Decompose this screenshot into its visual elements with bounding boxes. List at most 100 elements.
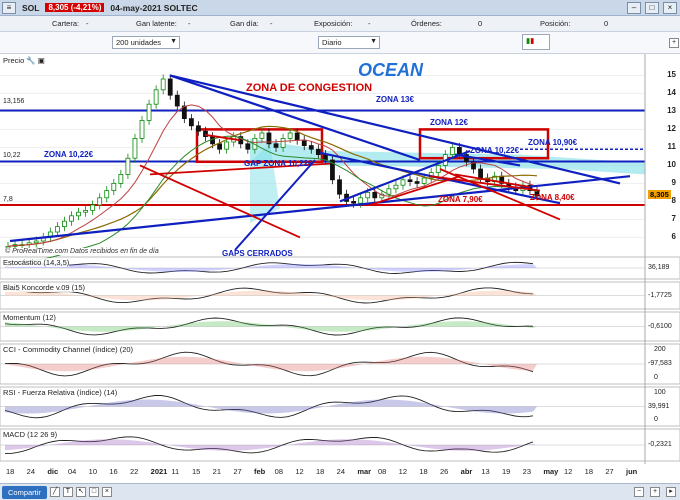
close-icon[interactable]: × [663,1,677,14]
watermark-text: OCEAN [358,60,424,80]
add-indicator-icon[interactable]: + [669,38,679,48]
price-chart-svg [0,54,680,464]
indicator-name: RSI - Fuerza Relativa (índice) (14) [3,388,118,397]
bottom-bar: Compartir ╱ T ↖ □ × − + ▸ [0,483,680,500]
latente-value: - [188,19,191,28]
minimize-icon[interactable]: – [627,1,641,14]
candle [76,211,81,217]
candle [393,184,399,190]
x-axis-tick: 04 [68,467,77,476]
x-axis-tick: feb [254,467,266,476]
ordenes-label: Órdenes: [411,19,442,28]
candle [449,147,455,156]
indicator-label[interactable]: Estocástico (14,3,5) [3,258,70,267]
candle [196,125,201,132]
candle [421,177,427,184]
x-axis-tick: 13 [481,467,490,476]
candle [301,139,307,146]
candle [125,157,131,175]
window-title: 04-may-2021 SOLTEC [110,2,198,13]
candle [322,154,328,161]
ordenes-value: 0 [478,19,483,28]
zoom-in-icon[interactable]: + [650,487,660,497]
candle [259,132,265,139]
candle [337,179,342,195]
indicator-label[interactable]: CCI - Commodity Channel (índice) (20) [3,345,134,354]
chart-area[interactable]: Precio 🔧 ▣ OCEAN © ProRealTime.com Datos… [0,54,680,485]
exposicion-label: Exposición: [314,19,353,28]
posicion-label: Posición: [540,19,571,28]
candle [54,226,60,233]
candle [33,240,39,244]
indicator-tick: 100 [654,389,666,396]
period-select-value: Diario [322,38,342,47]
candle [69,215,74,222]
indicator-name: CCI - Commodity Channel (índice) (20) [3,345,134,354]
x-axis-tick: abr [460,467,473,476]
window-menu-icon[interactable]: ≡ [2,1,16,14]
candle [400,179,406,186]
candle [358,197,364,204]
indicator-value: -0,6100 [648,322,672,330]
x-axis-tick: 16 [109,467,118,476]
portfolio-info-bar: Cartera: - Gan latente: - Gan día: - Exp… [0,16,680,32]
units-select[interactable]: 200 unidades ▼ [112,36,180,49]
period-select[interactable]: Diario ▼ [318,36,380,49]
settings-icon[interactable]: ▣ [38,56,45,65]
candle [414,181,420,184]
maximize-icon[interactable]: □ [645,1,659,14]
indicator-value: -1,7725 [648,291,672,299]
chart-type-button[interactable]: ▮▮ [522,34,550,50]
delete-icon[interactable]: × [101,487,112,497]
candle [160,78,166,91]
x-axis-tick: 08 [378,467,387,476]
candle [407,179,413,183]
price-tick: 15 [667,70,676,80]
candle [90,204,96,211]
symbol-label: SOL [22,2,40,13]
indicator-label[interactable]: RSI - Fuerza Relativa (índice) (14) [3,388,118,397]
share-button[interactable]: Compartir [2,485,47,499]
candle [224,141,230,150]
indicator-label[interactable]: MACD (12 26 9) [3,430,58,439]
indicator-label[interactable]: Momentum (12) [3,313,56,322]
annotation-zone-13: ZONA 13€ [376,95,414,104]
annotation-congestion: ZONA DE CONGESTION [246,82,373,94]
candle [83,209,88,213]
draw-line-icon[interactable]: ╱ [49,487,60,497]
price-badge: 8,305 (-4,21%) [45,3,105,12]
rectangle-icon[interactable]: □ [88,487,99,497]
x-axis-tick: jun [626,467,638,476]
indicator-tick: 200 [654,346,666,353]
zoom-out-icon[interactable]: − [634,487,644,497]
indicator-value: 36,189 [648,264,670,271]
candle [351,200,357,204]
scroll-right-icon[interactable]: ▸ [666,487,676,497]
x-axis-tick: 27 [605,467,614,476]
cursor-icon[interactable]: ↖ [75,487,86,497]
annotation-zone-12: ZONA 12€ [430,118,468,127]
annotation-zone-7-90: ZONA 7,90€ [438,195,483,204]
x-axis-tick: 12 [398,467,407,476]
text-icon[interactable]: T [62,487,73,497]
candle [188,118,194,127]
indicator-value: -0,2321 [648,441,672,448]
candle [308,145,314,150]
candle [273,143,279,148]
candle [62,220,67,227]
indicator-label[interactable]: Blai5 Koncorde v.09 (15) [3,283,85,292]
candle [132,138,138,159]
indicator-value: -97,583 [648,360,672,367]
latente-label: Gan latente: [136,19,177,28]
price-tick: 7 [671,214,676,224]
candle [280,138,286,148]
blue-trend-line [9,175,631,243]
cartera-label: Cartera: [52,19,80,28]
price-panel-label: Precio 🔧 ▣ [3,56,45,65]
candle [111,182,117,191]
wrench-icon[interactable]: 🔧 [26,56,35,65]
x-axis-tick: 24 [336,467,345,476]
chevron-down-icon: ▼ [370,38,377,45]
indicator-name: Momentum (12) [3,313,56,322]
candle [153,89,159,105]
